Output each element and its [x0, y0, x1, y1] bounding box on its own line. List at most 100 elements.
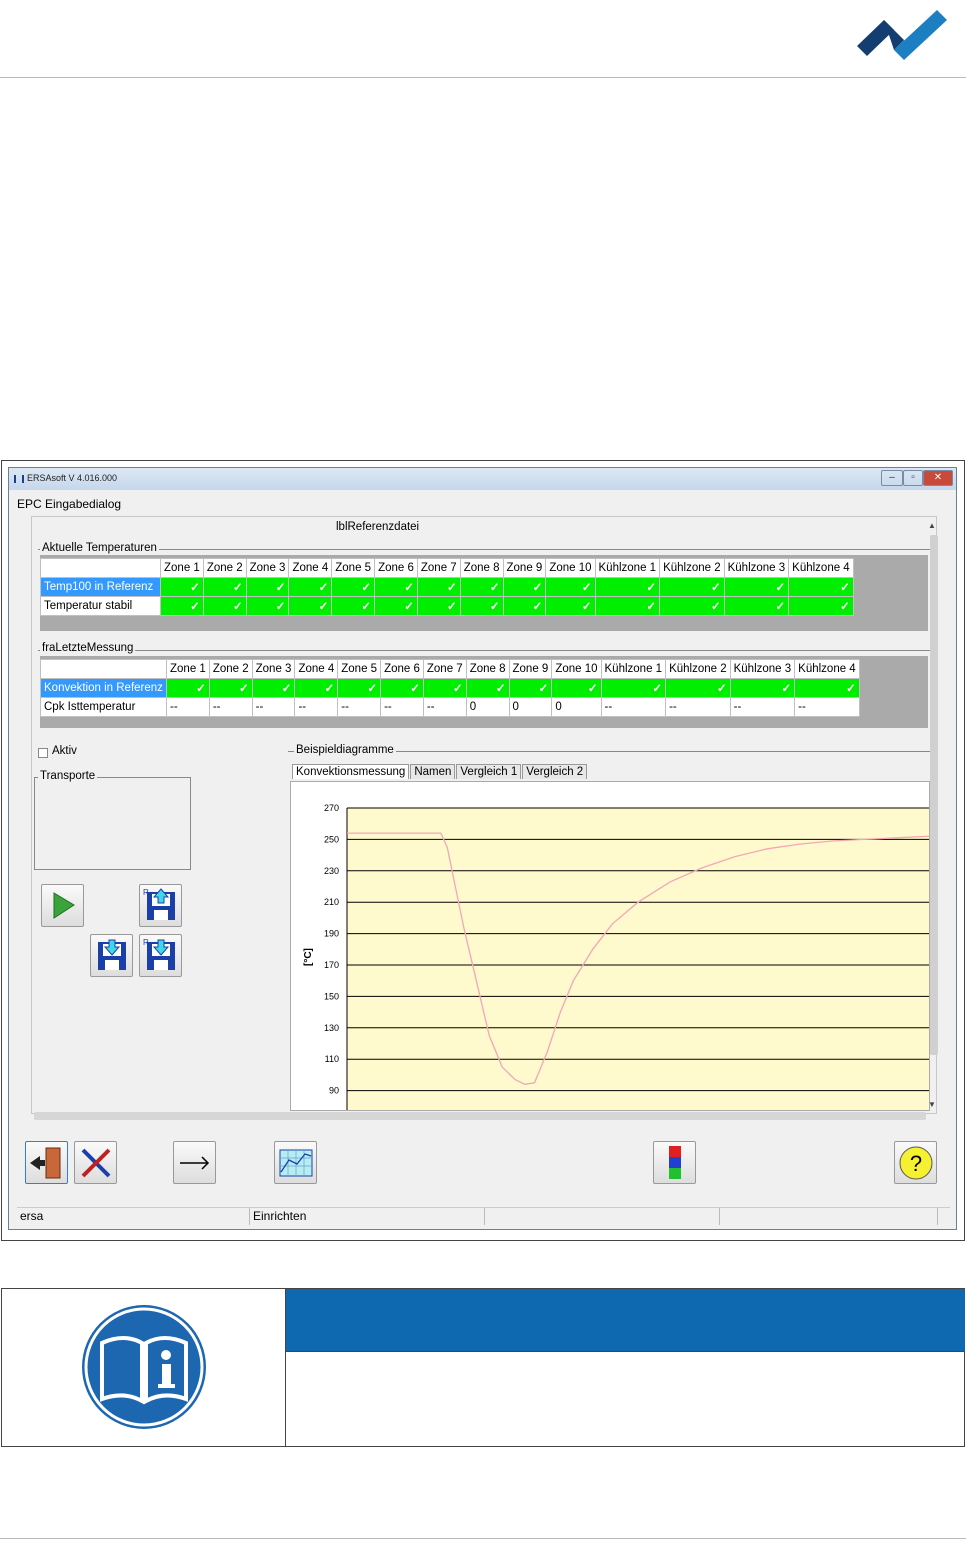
company-logo	[857, 10, 947, 60]
check-cell: ✓	[337, 678, 382, 698]
tab-vergleich-1[interactable]: Vergleich 1	[456, 764, 522, 779]
vertical-scrollbar-thumb[interactable]	[930, 535, 938, 1055]
group2-title: fraLetzteMessung	[40, 642, 136, 654]
header-cell: Kühlzone 3	[723, 558, 790, 578]
footer-rule	[0, 1538, 966, 1539]
value-cell: 0	[465, 697, 510, 717]
maximize-button[interactable]: ▫	[903, 470, 923, 486]
tab-namen[interactable]: Namen	[410, 764, 456, 779]
check-cell: ✓	[251, 678, 296, 698]
scroll-up-arrow-icon[interactable]: ▲	[928, 521, 936, 530]
y-tick-label: 130	[324, 1023, 339, 1033]
info-note-box	[1, 1288, 965, 1447]
transporte-title: Transporte	[38, 770, 98, 782]
close-button[interactable]: ✕	[923, 470, 953, 486]
value-cell: --	[380, 697, 424, 717]
tools-icon	[81, 1148, 111, 1178]
tab-konvektionsmessung[interactable]: Konvektionsmessung	[292, 764, 410, 779]
app-icon	[14, 475, 24, 483]
y-tick-label: 90	[329, 1086, 339, 1096]
header-cell: Zone 8	[465, 659, 510, 679]
next-arrow-button[interactable]	[173, 1141, 216, 1184]
save-reference-download-button[interactable]: R	[139, 934, 182, 977]
check-cell: ✓	[594, 596, 661, 616]
settings-tools-button[interactable]	[74, 1141, 117, 1184]
horizontal-scrollbar-thumb[interactable]	[34, 1112, 926, 1120]
dialog-title: EPC Eingabedialog	[17, 497, 122, 511]
row-label[interactable]: Temp100 in Referenz	[40, 577, 161, 597]
status-bar: ersa Einrichten	[17, 1207, 950, 1225]
header-cell: Zone 8	[459, 558, 504, 578]
group1-border	[38, 549, 934, 550]
check-cell: ✓	[416, 577, 461, 597]
manual-info-icon	[82, 1305, 206, 1429]
check-cell: ✓	[794, 678, 860, 698]
check-cell: ✓	[723, 596, 790, 616]
content-panel: lblReferenzdatei Aktuelle Temperaturen Z…	[31, 516, 938, 1120]
table-row[interactable]: Cpk Isttemperatur -- -- -- -- -- -- -- 0…	[40, 697, 860, 717]
check-cell: ✓	[166, 678, 210, 698]
help-button[interactable]: ?	[894, 1141, 937, 1184]
check-cell: ✓	[459, 596, 504, 616]
check-cell: ✓	[160, 577, 204, 597]
check-cell: ✓	[723, 577, 790, 597]
exit-button[interactable]	[25, 1141, 68, 1184]
header-cell: Kühlzone 2	[659, 558, 725, 578]
header-cell: Zone 1	[160, 558, 204, 578]
value-cell: 0	[551, 697, 602, 717]
svg-text:R: R	[143, 888, 149, 897]
window-title: ERSAsoft V 4.016.000	[27, 473, 118, 483]
check-cell: ✓	[331, 577, 376, 597]
value-cell: --	[208, 697, 253, 717]
check-cell: ✓	[659, 596, 725, 616]
check-cell: ✓	[729, 678, 796, 698]
color-settings-button[interactable]	[653, 1141, 696, 1184]
y-tick-label: 190	[324, 929, 339, 939]
tab-vergleich-2[interactable]: Vergleich 2	[522, 764, 588, 779]
row-label[interactable]: Cpk Isttemperatur	[40, 697, 167, 717]
check-cell: ✓	[788, 596, 854, 616]
table-row[interactable]: Temp100 in Referenz ✓ ✓ ✓ ✓ ✓ ✓ ✓ ✓ ✓ ✓ …	[40, 577, 854, 597]
save-reference-download-icon: R	[143, 938, 175, 970]
title-bar: ERSAsoft V 4.016.000 – ▫ ✕	[9, 468, 956, 490]
check-cell: ✓	[331, 596, 376, 616]
check-cell: ✓	[502, 577, 547, 597]
save-download-button[interactable]	[90, 934, 133, 977]
note-header-band	[286, 1289, 965, 1351]
header-cell: Zone 10	[545, 558, 596, 578]
header-cell: Kühlzone 1	[600, 659, 667, 679]
check-cell: ✓	[294, 678, 339, 698]
color-bars-icon	[669, 1146, 681, 1179]
table-row[interactable]: Konvektion in Referenz ✓ ✓ ✓ ✓ ✓ ✓ ✓ ✓ ✓…	[40, 678, 860, 698]
header-cell: Zone 5	[331, 558, 376, 578]
save-reference-upload-button[interactable]: R	[139, 884, 182, 927]
value-cell: --	[665, 697, 731, 717]
check-cell: ✓	[288, 596, 333, 616]
header-cell: Zone 4	[294, 659, 339, 679]
group2-border	[38, 650, 934, 651]
corner-cell	[40, 659, 167, 679]
row-label[interactable]: Konvektion in Referenz	[40, 678, 167, 698]
chart-view-button[interactable]	[274, 1141, 317, 1184]
check-cell: ✓	[422, 678, 467, 698]
scroll-down-arrow-icon[interactable]: ▼	[928, 1100, 936, 1109]
aktiv-checkbox[interactable]	[38, 748, 48, 758]
reference-file-label: lblReferenzdatei	[336, 521, 420, 533]
right-arrow-icon	[180, 1156, 210, 1170]
save-reference-upload-icon: R	[143, 888, 175, 920]
y-tick-label: 270	[324, 803, 339, 813]
value-cell: --	[794, 697, 860, 717]
corner-cell	[40, 558, 161, 578]
minimize-button[interactable]: –	[881, 470, 903, 486]
plot-area	[347, 808, 929, 1110]
transporte-group	[34, 777, 191, 870]
header-cell: Zone 9	[508, 659, 553, 679]
status-user: ersa	[17, 1208, 250, 1225]
value-cell: --	[729, 697, 796, 717]
y-tick-label: 230	[324, 866, 339, 876]
value-cell: --	[166, 697, 210, 717]
table-row[interactable]: Temperatur stabil ✓ ✓ ✓ ✓ ✓ ✓ ✓ ✓ ✓ ✓ ✓ …	[40, 596, 854, 616]
header-cell: Zone 2	[208, 659, 253, 679]
play-button[interactable]	[41, 884, 84, 927]
row-label[interactable]: Temperatur stabil	[40, 596, 161, 616]
